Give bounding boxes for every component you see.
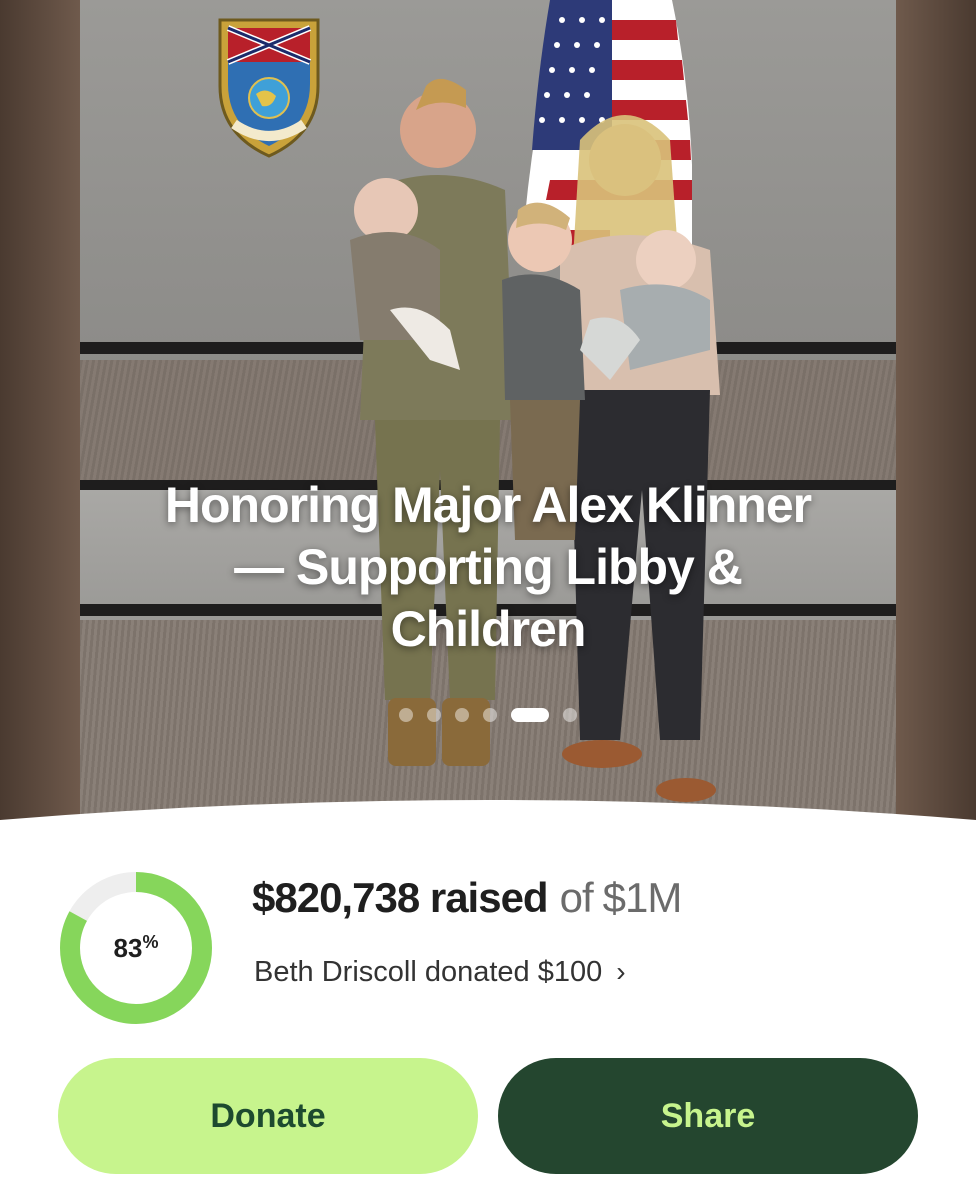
family-photo-figures xyxy=(350,78,720,802)
carousel-dot[interactable] xyxy=(455,708,469,722)
amount-raised: $820,738 raised of $1M xyxy=(252,874,683,930)
carousel-dot[interactable] xyxy=(427,708,441,722)
recent-donation-text: Beth Driscoll donated $100 xyxy=(254,955,603,988)
share-button[interactable]: Share xyxy=(498,1058,918,1174)
progress-percent: 83% xyxy=(113,931,159,963)
recent-donation-link[interactable]: Beth Driscoll donated $100 › xyxy=(254,952,626,992)
goal-amount: $1M xyxy=(602,874,683,921)
chevron-right-icon: › xyxy=(616,956,626,987)
raised-amount: $820,738 raised xyxy=(252,874,549,921)
carousel-indicator[interactable] xyxy=(0,708,976,722)
carousel-dot[interactable] xyxy=(483,708,497,722)
carousel-dot[interactable] xyxy=(399,708,413,722)
of-label: of xyxy=(559,874,594,921)
carousel-dot[interactable] xyxy=(563,708,577,722)
donate-button[interactable]: Donate xyxy=(58,1058,478,1174)
carousel-dot[interactable] xyxy=(511,708,549,722)
hero-carousel[interactable]: Honoring Major Alex Klinner — Supporting… xyxy=(0,0,976,840)
fundraiser-title: Honoring Major Alex Klinner — Supporting… xyxy=(164,477,812,657)
sheet-curve xyxy=(0,800,976,870)
